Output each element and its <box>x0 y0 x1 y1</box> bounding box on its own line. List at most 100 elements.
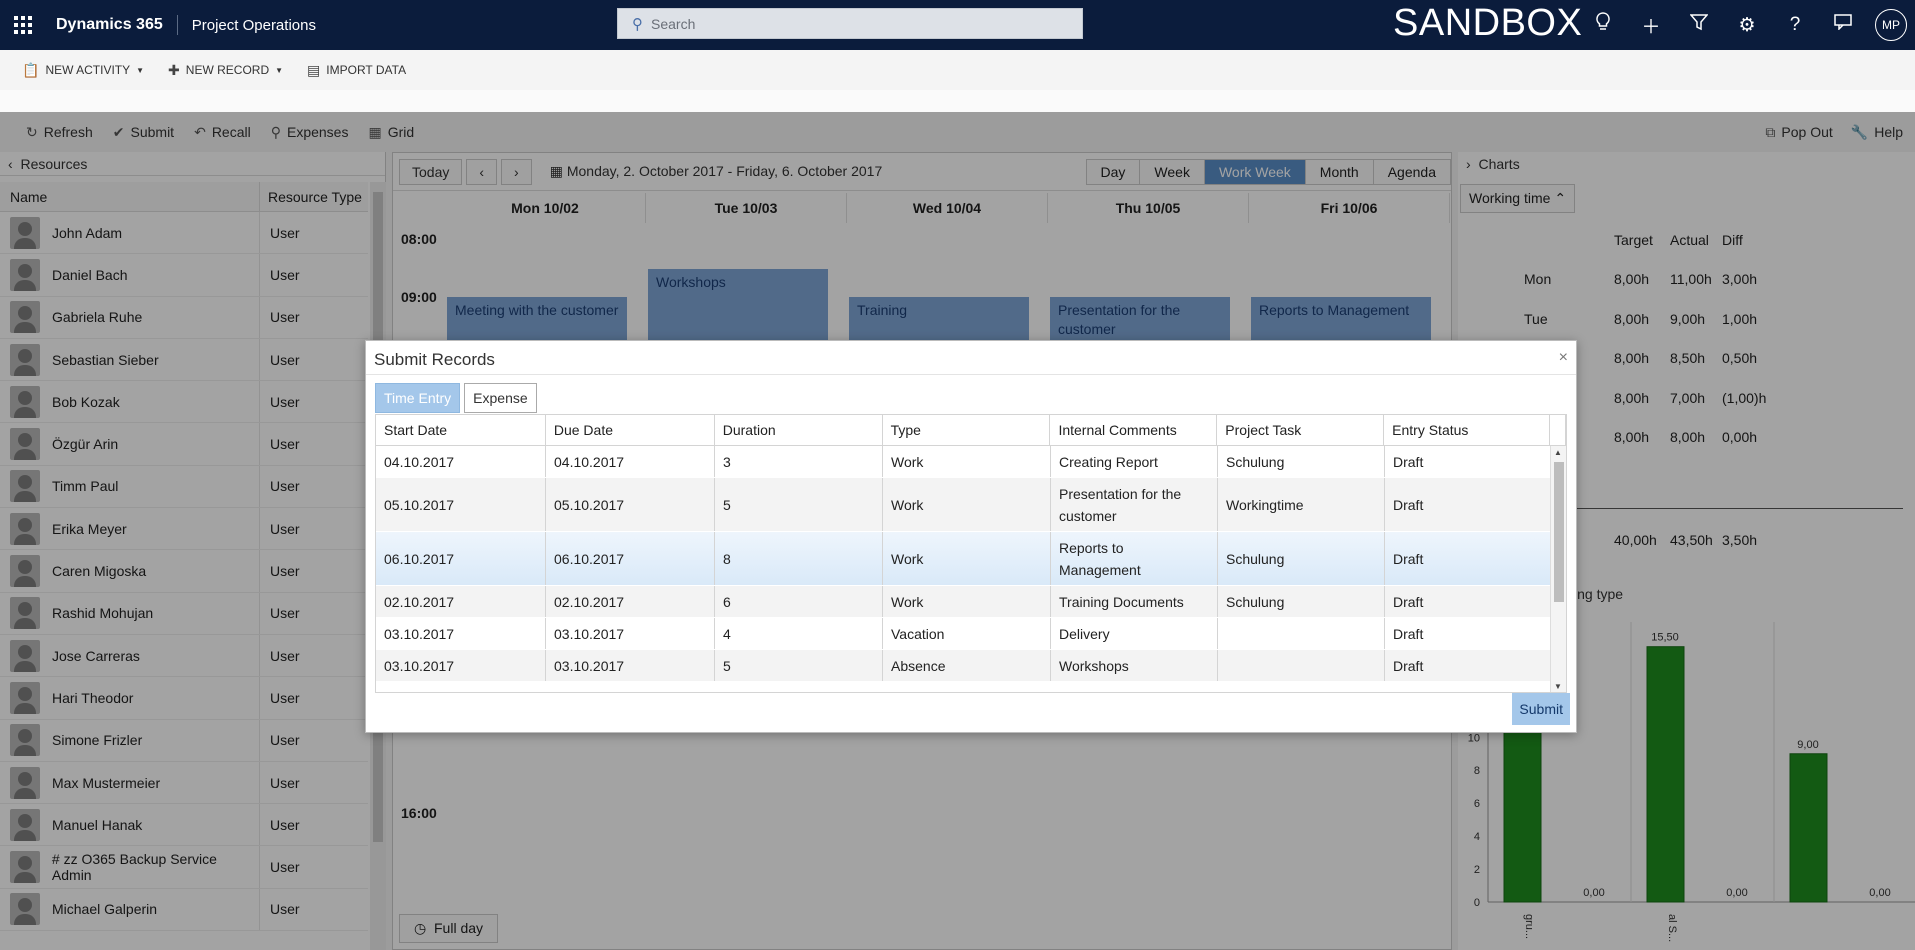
scroll-up-icon[interactable]: ▲ <box>1554 448 1562 457</box>
cell-start: 04.10.2017 <box>376 446 546 477</box>
table-row[interactable]: 04.10.2017 04.10.2017 3 Work Creating Report… <box>376 446 1551 478</box>
cell-task: Schulung <box>1218 586 1385 617</box>
cell-status: Draft <box>1385 650 1551 681</box>
table-row[interactable]: 03.10.2017 03.10.2017 5 Absence Workshops Dra… <box>376 650 1551 682</box>
cell-type: Work <box>883 446 1051 477</box>
spacer <box>0 90 1915 112</box>
grid-column-header[interactable]: Due Date <box>546 415 715 445</box>
cell-status: Draft <box>1385 586 1551 617</box>
cell-comments: Workshops <box>1051 650 1218 681</box>
cell-type: Work <box>883 532 1051 585</box>
new-record-button[interactable]: ✚ NEW RECORD ▼ <box>168 62 283 79</box>
grid-body: 04.10.2017 04.10.2017 3 Work Creating Report… <box>376 446 1551 682</box>
submit-button[interactable]: Submit <box>1512 693 1570 725</box>
divider <box>366 374 1576 375</box>
grid-scrollbar[interactable]: ▲ ▼ <box>1550 446 1566 692</box>
cell-type: Work <box>883 478 1051 531</box>
close-icon[interactable]: × <box>1559 349 1568 367</box>
chevron-down-icon: ▼ <box>136 65 145 75</box>
app-brand[interactable]: Dynamics 365 <box>46 15 178 35</box>
scroll-down-icon[interactable]: ▼ <box>1554 682 1562 691</box>
cell-task: Workingtime <box>1218 478 1385 531</box>
cell-due: 03.10.2017 <box>546 650 715 681</box>
search-input[interactable]: ⚲ Search <box>617 8 1083 39</box>
table-row[interactable]: 05.10.2017 05.10.2017 5 Work Presentation fo… <box>376 478 1551 532</box>
import-icon: ▤ <box>307 61 321 78</box>
table-row[interactable]: 03.10.2017 03.10.2017 4 Vacation Delivery Dra… <box>376 618 1551 650</box>
cell-comments: Presentation for the customer <box>1051 478 1218 531</box>
cell-status: Draft <box>1385 618 1551 649</box>
new-activity-label: NEW ACTIVITY <box>45 63 131 77</box>
import-data-label: IMPORT DATA <box>326 63 407 77</box>
chat-icon[interactable] <box>1819 14 1867 36</box>
cell-type: Absence <box>883 650 1051 681</box>
plus-icon: ✚ <box>168 61 180 78</box>
cell-start: 02.10.2017 <box>376 586 546 617</box>
app-launcher-icon[interactable] <box>0 0 46 50</box>
grid-column-header[interactable]: Type <box>883 415 1051 445</box>
header-spacer <box>1550 415 1566 445</box>
cell-task: Schulung <box>1218 446 1385 477</box>
grid-column-header[interactable]: Project Task <box>1217 415 1385 445</box>
avatar[interactable]: MP <box>1875 9 1907 41</box>
cell-due: 05.10.2017 <box>546 478 715 531</box>
gear-icon[interactable]: ⚙ <box>1723 14 1771 37</box>
cell-duration: 5 <box>715 478 883 531</box>
cell-comments: Reports to Management <box>1051 532 1218 585</box>
clipboard-icon: 📋 <box>22 61 40 78</box>
cell-duration: 3 <box>715 446 883 477</box>
top-icons: ＋ ⚙ ? MP <box>1579 0 1915 50</box>
cell-due: 02.10.2017 <box>546 586 715 617</box>
cell-start: 03.10.2017 <box>376 650 546 681</box>
grid-header: Start Date Due Date Duration Type Internal C… <box>376 415 1566 446</box>
cell-comments: Training Documents <box>1051 586 1218 617</box>
cell-type: Work <box>883 586 1051 617</box>
submit-records-dialog: Submit Records × Time Entry Expense Star… <box>365 340 1577 733</box>
cell-duration: 8 <box>715 532 883 585</box>
records-grid: Start Date Due Date Duration Type Internal C… <box>375 414 1567 693</box>
grid-column-header[interactable]: Duration <box>715 415 883 445</box>
help-icon[interactable]: ? <box>1771 14 1819 36</box>
cell-task <box>1218 650 1385 681</box>
cell-start: 03.10.2017 <box>376 618 546 649</box>
cell-comments: Delivery <box>1051 618 1218 649</box>
search-placeholder: Search <box>651 15 696 32</box>
app-module-name[interactable]: Project Operations <box>178 17 316 34</box>
cell-task <box>1218 618 1385 649</box>
cell-start: 06.10.2017 <box>376 532 546 585</box>
filter-icon[interactable] <box>1675 13 1723 37</box>
scroll-thumb[interactable] <box>1554 462 1564 602</box>
cell-start: 05.10.2017 <box>376 478 546 531</box>
cell-status: Draft <box>1385 532 1551 585</box>
cell-due: 06.10.2017 <box>546 532 715 585</box>
dialog-title: Submit Records <box>374 350 495 369</box>
cell-comments: Creating Report <box>1051 446 1218 477</box>
plus-icon[interactable]: ＋ <box>1627 12 1675 39</box>
environment-label: SANDBOX <box>1393 2 1583 44</box>
command-bar: 📋 NEW ACTIVITY ▼ ✚ NEW RECORD ▼ ▤ IMPORT… <box>0 50 1915 90</box>
new-activity-button[interactable]: 📋 NEW ACTIVITY ▼ <box>22 62 144 79</box>
cell-duration: 4 <box>715 618 883 649</box>
cell-duration: 5 <box>715 650 883 681</box>
table-row[interactable]: 06.10.2017 06.10.2017 8 Work Reports to Mana… <box>376 532 1551 586</box>
table-row[interactable]: 02.10.2017 02.10.2017 6 Work Training Docume… <box>376 586 1551 618</box>
cell-due: 04.10.2017 <box>546 446 715 477</box>
cell-duration: 6 <box>715 586 883 617</box>
grid-column-header[interactable]: Entry Status <box>1384 415 1551 445</box>
grid-column-header[interactable]: Start Date <box>376 415 546 445</box>
tab-expense[interactable]: Expense <box>464 383 537 413</box>
import-data-button[interactable]: ▤ IMPORT DATA <box>307 62 406 79</box>
top-nav-bar: Dynamics 365 Project Operations ⚲ Search… <box>0 0 1915 50</box>
cell-status: Draft <box>1385 446 1551 477</box>
cell-due: 03.10.2017 <box>546 618 715 649</box>
dialog-tabs: Time Entry Expense <box>375 383 541 413</box>
grid-column-header[interactable]: Internal Comments <box>1050 415 1218 445</box>
cell-task: Schulung <box>1218 532 1385 585</box>
lightbulb-icon[interactable] <box>1579 12 1627 38</box>
cell-type: Vacation <box>883 618 1051 649</box>
chevron-down-icon: ▼ <box>275 65 284 75</box>
new-record-label: NEW RECORD <box>185 63 270 77</box>
search-icon: ⚲ <box>632 15 643 33</box>
cell-status: Draft <box>1385 478 1551 531</box>
tab-time-entry[interactable]: Time Entry <box>375 383 461 413</box>
